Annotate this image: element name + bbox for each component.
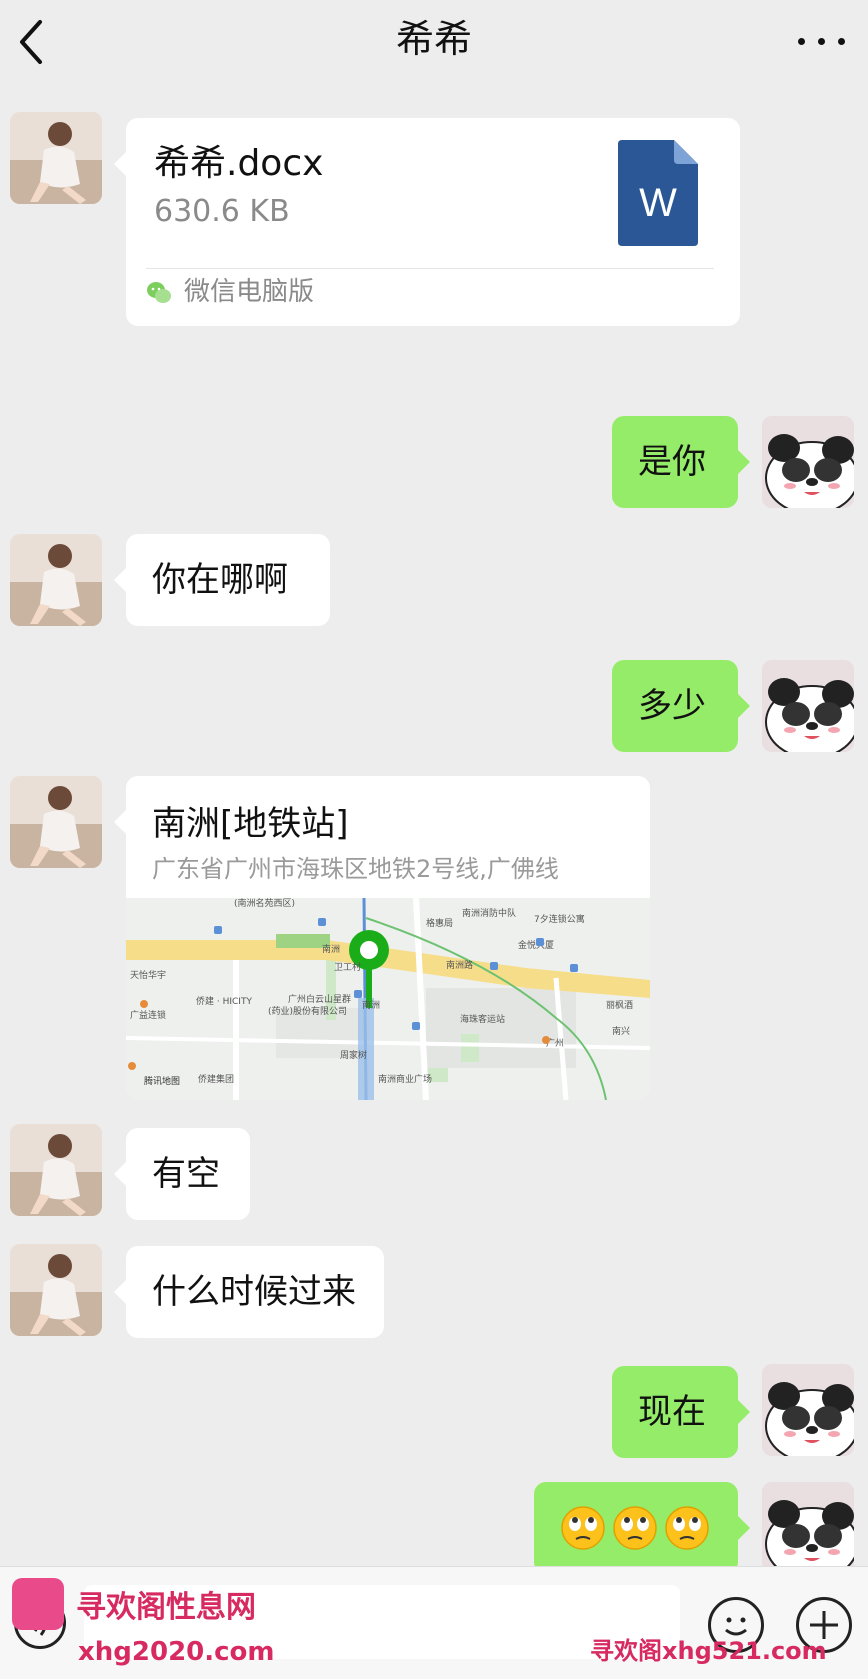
outgoing-emoji-message[interactable] xyxy=(534,1482,750,1574)
my-avatar[interactable] xyxy=(762,416,854,508)
map-label: 南洲 xyxy=(362,999,380,1011)
map-label: 卫工村 xyxy=(334,961,361,973)
map-label: 南洲 xyxy=(322,943,340,955)
rolling-eyes-emoji xyxy=(613,1506,657,1550)
my-avatar[interactable] xyxy=(762,1364,854,1456)
contact-avatar[interactable] xyxy=(10,1124,102,1216)
outgoing-message[interactable]: 多少 xyxy=(612,660,750,752)
avatar-image xyxy=(10,776,102,868)
message-text: 你在哪啊 xyxy=(152,560,288,600)
rolling-eyes-emoji xyxy=(561,1506,605,1550)
emoji-row xyxy=(560,1505,710,1551)
chevron-left-icon xyxy=(20,20,42,64)
location-map[interactable]: (南洲名苑西区) 南洲消防中队 7夕连锁公寓 格惠局 南洲 金悦大厦 卫工村 南… xyxy=(126,898,650,1100)
map-label: 丽枫酒 xyxy=(606,999,633,1011)
map-label: 南洲消防中队 xyxy=(462,907,516,919)
bubble-tail xyxy=(114,810,126,834)
file-message[interactable]: 希希.docx 630.6 KB W 微信电脑版 xyxy=(114,118,740,326)
contact-avatar[interactable] xyxy=(10,1244,102,1336)
map-label: 广州白云山星群 xyxy=(288,993,351,1005)
panda-avatar-icon xyxy=(762,1482,854,1574)
incoming-message[interactable]: 你在哪啊 xyxy=(114,534,330,626)
location-message[interactable]: 南洲[地铁站] 广东省广州市海珠区地铁2号线,广佛线 (南洲名苑西区) 南洲消防… xyxy=(126,776,650,1100)
avatar-image xyxy=(10,1124,102,1216)
location-title: 南洲[地铁站] xyxy=(152,804,349,844)
incoming-message[interactable]: 什么时候过来 xyxy=(114,1246,384,1338)
map-label: 侨建 · HICITY xyxy=(196,995,252,1007)
map-label: (南洲名苑西区) xyxy=(234,898,295,909)
location-address: 广东省广州市海珠区地铁2号线,广佛线 xyxy=(152,855,559,883)
message-text: 现在 xyxy=(638,1392,706,1432)
watermark-text: xhg2020.com xyxy=(78,1637,275,1667)
more-dot xyxy=(838,38,845,45)
contact-avatar[interactable] xyxy=(10,112,102,204)
back-button[interactable] xyxy=(10,14,60,70)
more-button[interactable] xyxy=(798,28,846,52)
file-name: 希希.docx xyxy=(154,143,324,184)
map-label: (药业)股份有限公司 xyxy=(268,1005,347,1017)
avatar-image xyxy=(10,1244,102,1336)
watermark-logo xyxy=(12,1578,64,1630)
wechat-icon xyxy=(147,282,171,303)
file-size: 630.6 KB xyxy=(154,194,290,229)
divider xyxy=(146,268,714,269)
message-text: 有空 xyxy=(152,1154,220,1194)
contact-avatar[interactable] xyxy=(10,534,102,626)
map-label: 天怡华宇 xyxy=(130,969,166,981)
map-provider-label: 腾讯地图 xyxy=(144,1075,180,1087)
map-label: 7夕连锁公寓 xyxy=(534,913,585,925)
map-label: 海珠客运站 xyxy=(460,1013,505,1025)
panda-avatar-icon xyxy=(762,660,854,752)
message-text: 什么时候过来 xyxy=(152,1272,356,1312)
panda-avatar-icon xyxy=(762,1364,854,1456)
map-label: 南洲路 xyxy=(446,959,473,971)
map-image: (南洲名苑西区) 南洲消防中队 7夕连锁公寓 格惠局 南洲 金悦大厦 卫工村 南… xyxy=(126,898,650,1100)
rolling-eyes-emoji xyxy=(665,1506,709,1550)
map-label: 南兴 xyxy=(612,1025,630,1037)
message-text: 多少 xyxy=(638,686,706,726)
my-avatar[interactable] xyxy=(762,660,854,752)
map-label: 南洲商业广场 xyxy=(378,1073,432,1085)
map-label: 周家树 xyxy=(340,1049,367,1061)
avatar-image xyxy=(10,112,102,204)
map-label: 格惠局 xyxy=(426,917,453,929)
contact-avatar[interactable] xyxy=(10,776,102,868)
outgoing-message[interactable]: 现在 xyxy=(612,1366,750,1458)
watermark-text: 寻欢阁xhg521.com xyxy=(590,1637,827,1665)
file-source: 微信电脑版 xyxy=(184,277,315,307)
watermark-text: 寻欢阁性息网 xyxy=(76,1590,256,1625)
outgoing-message[interactable]: 是你 xyxy=(612,416,750,508)
svg-text:W: W xyxy=(639,181,677,225)
map-label: 广益连锁 xyxy=(130,1009,166,1021)
more-dot xyxy=(818,38,825,45)
avatar-image xyxy=(10,534,102,626)
chat-header: 希希 xyxy=(0,0,868,84)
map-label: 侨建集团 xyxy=(198,1073,234,1085)
incoming-message[interactable]: 有空 xyxy=(114,1128,250,1220)
message-text: 是你 xyxy=(638,442,706,482)
more-dots-icon xyxy=(798,38,805,45)
word-document-icon: W xyxy=(618,140,698,246)
chat-screen: 希希 希希.docx 630.6 KB W 微信电脑版 是你 你在哪啊 多少 南… xyxy=(0,0,868,1679)
chat-title: 希希 xyxy=(395,17,472,61)
my-avatar[interactable] xyxy=(762,1482,854,1574)
panda-avatar-icon xyxy=(762,416,854,508)
